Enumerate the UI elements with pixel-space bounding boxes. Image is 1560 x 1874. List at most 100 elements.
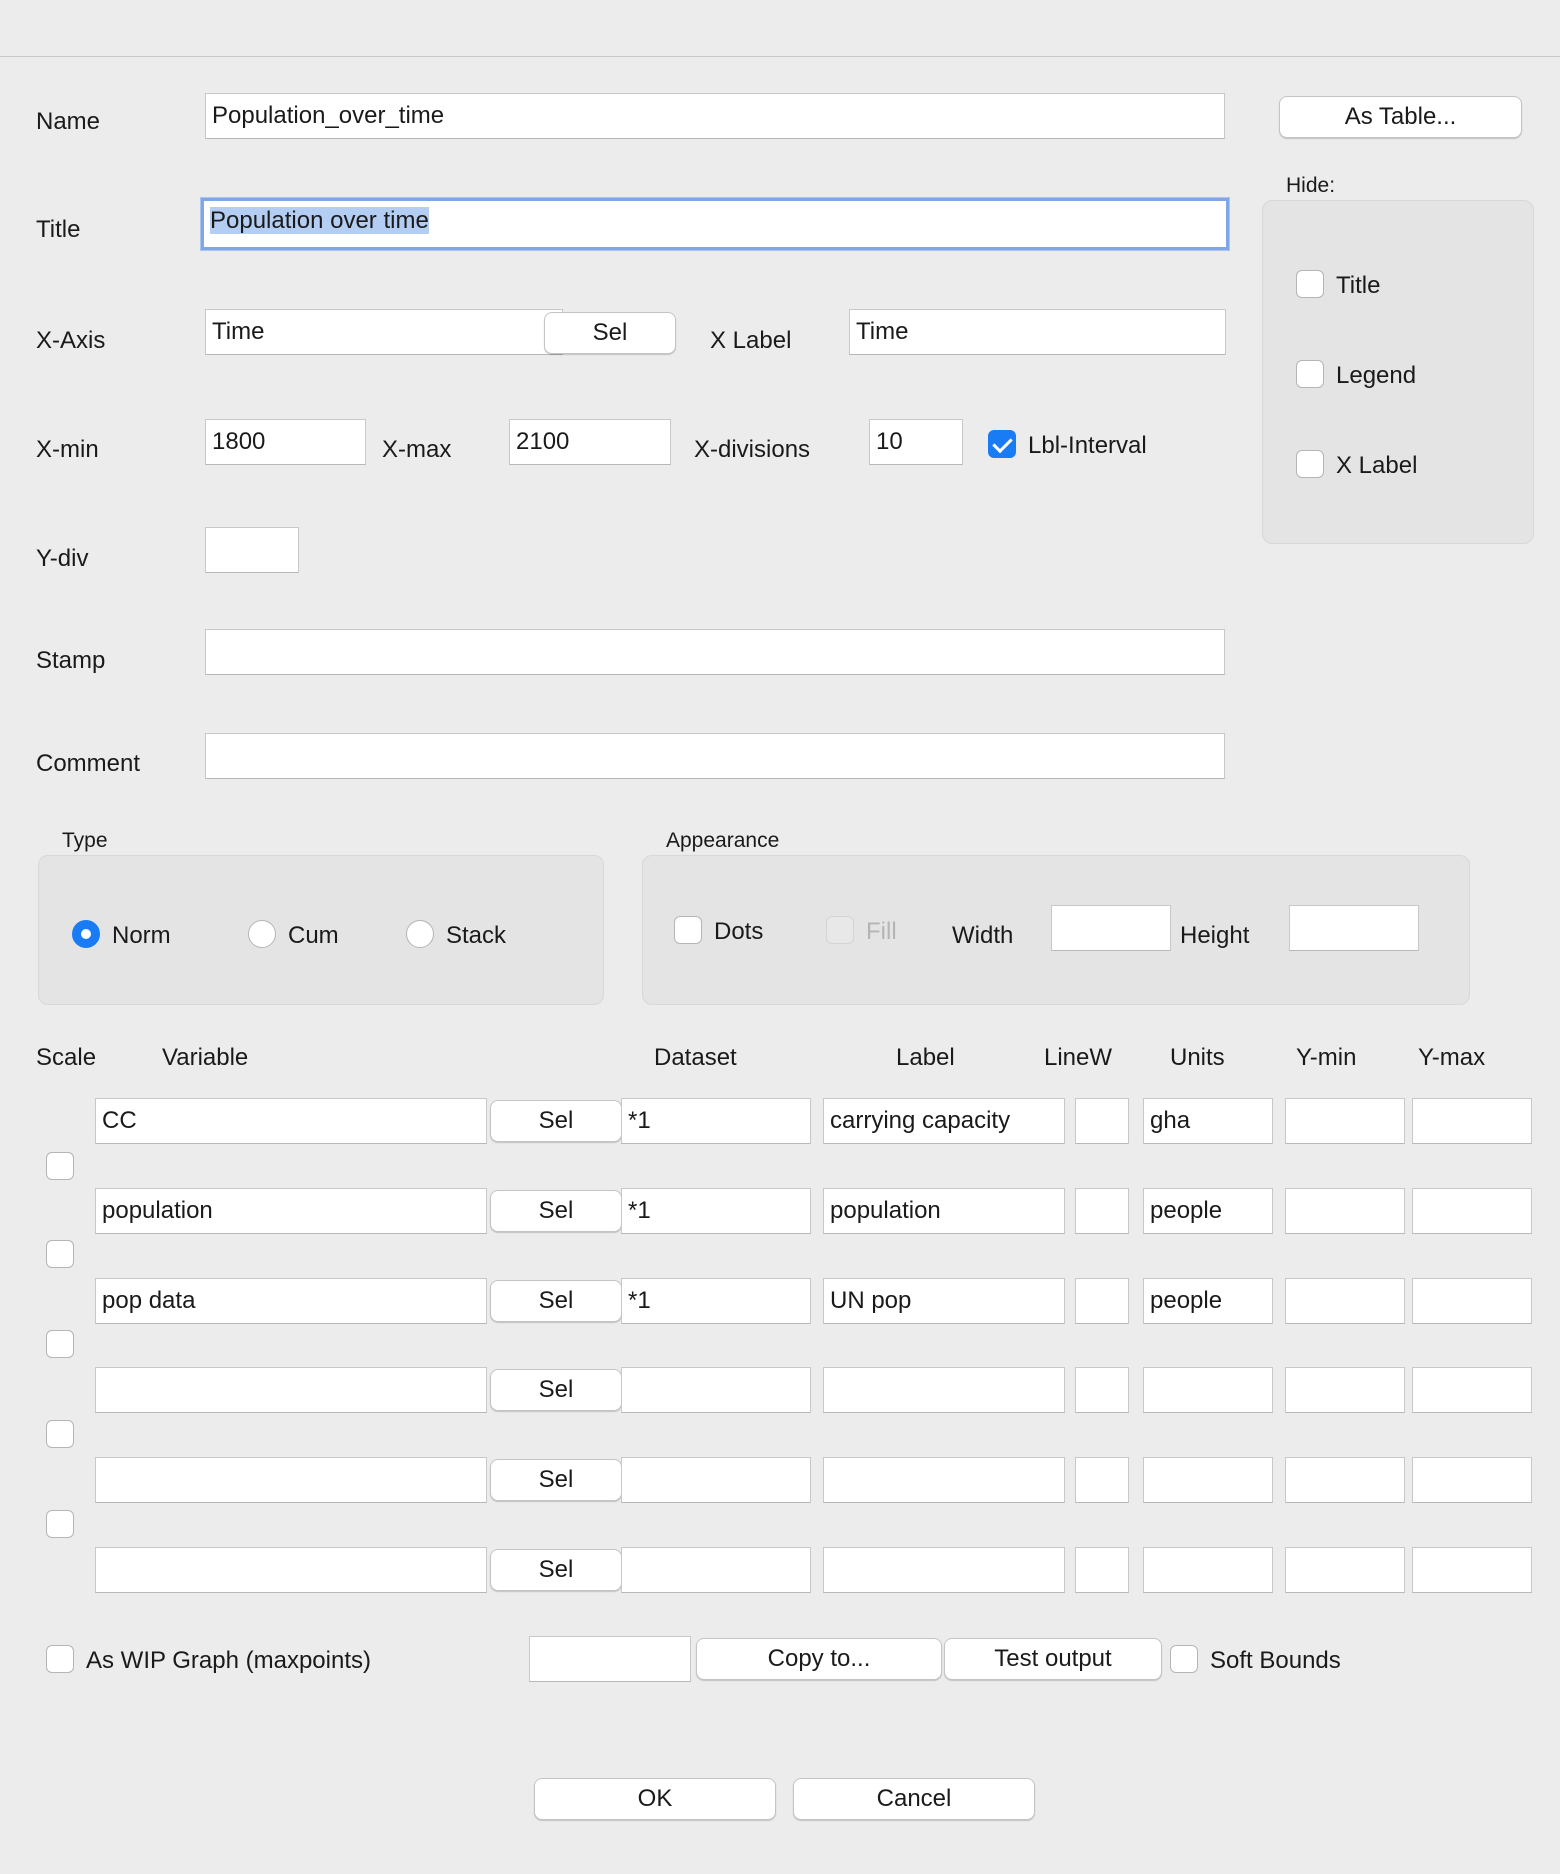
scale-checkbox[interactable]	[46, 1152, 74, 1180]
linew-field[interactable]	[1075, 1547, 1129, 1593]
xlabel-field[interactable]: Time	[849, 309, 1226, 355]
linew-field[interactable]	[1075, 1278, 1129, 1324]
width-label: Width	[952, 922, 1014, 949]
label-field[interactable]: UN pop	[823, 1278, 1065, 1324]
units-field[interactable]: people	[1143, 1278, 1273, 1324]
units-field[interactable]: gha	[1143, 1098, 1273, 1144]
units-field[interactable]	[1143, 1547, 1273, 1593]
stamp-field[interactable]	[205, 629, 1225, 675]
ymax-field[interactable]	[1412, 1547, 1532, 1593]
linew-field[interactable]	[1075, 1098, 1129, 1144]
title-field-selection: Population over time	[210, 207, 429, 234]
col-header-ymin: Y-min	[1296, 1044, 1357, 1071]
variable-field[interactable]: population	[95, 1188, 487, 1234]
scale-checkbox[interactable]	[46, 1240, 74, 1268]
type-norm-label: Norm	[112, 922, 171, 949]
height-field[interactable]	[1289, 905, 1419, 951]
dataset-field[interactable]: *1	[621, 1278, 811, 1324]
soft-bounds-label: Soft Bounds	[1210, 1647, 1341, 1674]
scale-checkbox[interactable]	[46, 1510, 74, 1538]
xaxis-field[interactable]: Time	[205, 309, 563, 355]
comment-field[interactable]	[205, 733, 1225, 779]
as-table-button[interactable]: As Table...	[1279, 96, 1522, 138]
col-header-dataset: Dataset	[654, 1044, 737, 1071]
comment-label: Comment	[36, 750, 141, 777]
ymax-field[interactable]	[1412, 1457, 1532, 1503]
ydiv-field[interactable]	[205, 527, 299, 573]
xaxis-sel-button[interactable]: Sel	[544, 312, 676, 354]
xdivisions-field[interactable]: 10	[869, 419, 963, 465]
ymin-field[interactable]	[1285, 1188, 1405, 1234]
lbl-interval-checkbox[interactable]	[988, 430, 1016, 458]
width-field[interactable]	[1051, 905, 1171, 951]
hide-xlabel-checkbox[interactable]	[1296, 450, 1324, 478]
type-cum-label: Cum	[288, 922, 339, 949]
variable-field[interactable]: CC	[95, 1098, 487, 1144]
variable-field[interactable]: pop data	[95, 1278, 487, 1324]
ymin-field[interactable]	[1285, 1367, 1405, 1413]
ymin-field[interactable]	[1285, 1098, 1405, 1144]
scale-checkbox[interactable]	[46, 1330, 74, 1358]
dataset-field[interactable]	[621, 1367, 811, 1413]
wip-maxpoints-field[interactable]	[529, 1636, 691, 1682]
variable-sel-button[interactable]: Sel	[490, 1100, 622, 1142]
title-label: Title	[36, 216, 81, 243]
dataset-field[interactable]: *1	[621, 1098, 811, 1144]
label-field[interactable]	[823, 1367, 1065, 1413]
ymax-field[interactable]	[1412, 1278, 1532, 1324]
hide-legend-label: Legend	[1336, 362, 1417, 389]
title-field[interactable]: Population over time	[201, 198, 1229, 250]
stamp-label: Stamp	[36, 647, 106, 674]
label-field[interactable]	[823, 1457, 1065, 1503]
window-titlebar	[0, 0, 1560, 57]
dataset-field[interactable]	[621, 1547, 811, 1593]
soft-bounds-checkbox[interactable]	[1170, 1645, 1198, 1673]
ymin-field[interactable]	[1285, 1278, 1405, 1324]
label-field[interactable]: population	[823, 1188, 1065, 1234]
units-field[interactable]: people	[1143, 1188, 1273, 1234]
linew-field[interactable]	[1075, 1457, 1129, 1503]
variable-sel-button[interactable]: Sel	[490, 1280, 622, 1322]
ymin-field[interactable]	[1285, 1457, 1405, 1503]
variable-field[interactable]	[95, 1547, 487, 1593]
variable-sel-button[interactable]: Sel	[490, 1459, 622, 1501]
test-output-button[interactable]: Test output	[944, 1638, 1162, 1680]
type-norm-radio[interactable]	[72, 920, 100, 948]
variable-sel-button[interactable]: Sel	[490, 1190, 622, 1232]
ymax-field[interactable]	[1412, 1098, 1532, 1144]
units-field[interactable]	[1143, 1457, 1273, 1503]
hide-legend-checkbox[interactable]	[1296, 360, 1324, 388]
cancel-button[interactable]: Cancel	[793, 1778, 1035, 1820]
type-stack-radio[interactable]	[406, 920, 434, 948]
linew-field[interactable]	[1075, 1188, 1129, 1234]
xmax-field[interactable]: 2100	[509, 419, 671, 465]
ydiv-label: Y-div	[36, 545, 89, 572]
xmin-field[interactable]: 1800	[205, 419, 366, 465]
name-field[interactable]: Population_over_time	[205, 93, 1225, 139]
hide-title-checkbox[interactable]	[1296, 270, 1324, 298]
wip-graph-checkbox[interactable]	[46, 1645, 74, 1673]
variable-sel-button[interactable]: Sel	[490, 1369, 622, 1411]
ymax-field[interactable]	[1412, 1367, 1532, 1413]
label-field[interactable]	[823, 1547, 1065, 1593]
dots-checkbox[interactable]	[674, 916, 702, 944]
label-field[interactable]: carrying capacity	[823, 1098, 1065, 1144]
type-stack-label: Stack	[446, 922, 507, 949]
variable-field[interactable]	[95, 1457, 487, 1503]
dataset-field[interactable]: *1	[621, 1188, 811, 1234]
scale-checkbox[interactable]	[46, 1420, 74, 1448]
linew-field[interactable]	[1075, 1367, 1129, 1413]
xmax-label: X-max	[382, 436, 452, 463]
units-field[interactable]	[1143, 1367, 1273, 1413]
ok-button[interactable]: OK	[534, 1778, 776, 1820]
variable-sel-button[interactable]: Sel	[490, 1549, 622, 1591]
type-cum-radio[interactable]	[248, 920, 276, 948]
ymax-field[interactable]	[1412, 1188, 1532, 1234]
copy-to-button[interactable]: Copy to...	[696, 1638, 942, 1680]
dataset-field[interactable]	[621, 1457, 811, 1503]
type-heading: Type	[62, 829, 108, 852]
ymin-field[interactable]	[1285, 1547, 1405, 1593]
variable-field[interactable]	[95, 1367, 487, 1413]
col-header-linew: LineW	[1044, 1044, 1113, 1071]
xmin-label: X-min	[36, 436, 99, 463]
